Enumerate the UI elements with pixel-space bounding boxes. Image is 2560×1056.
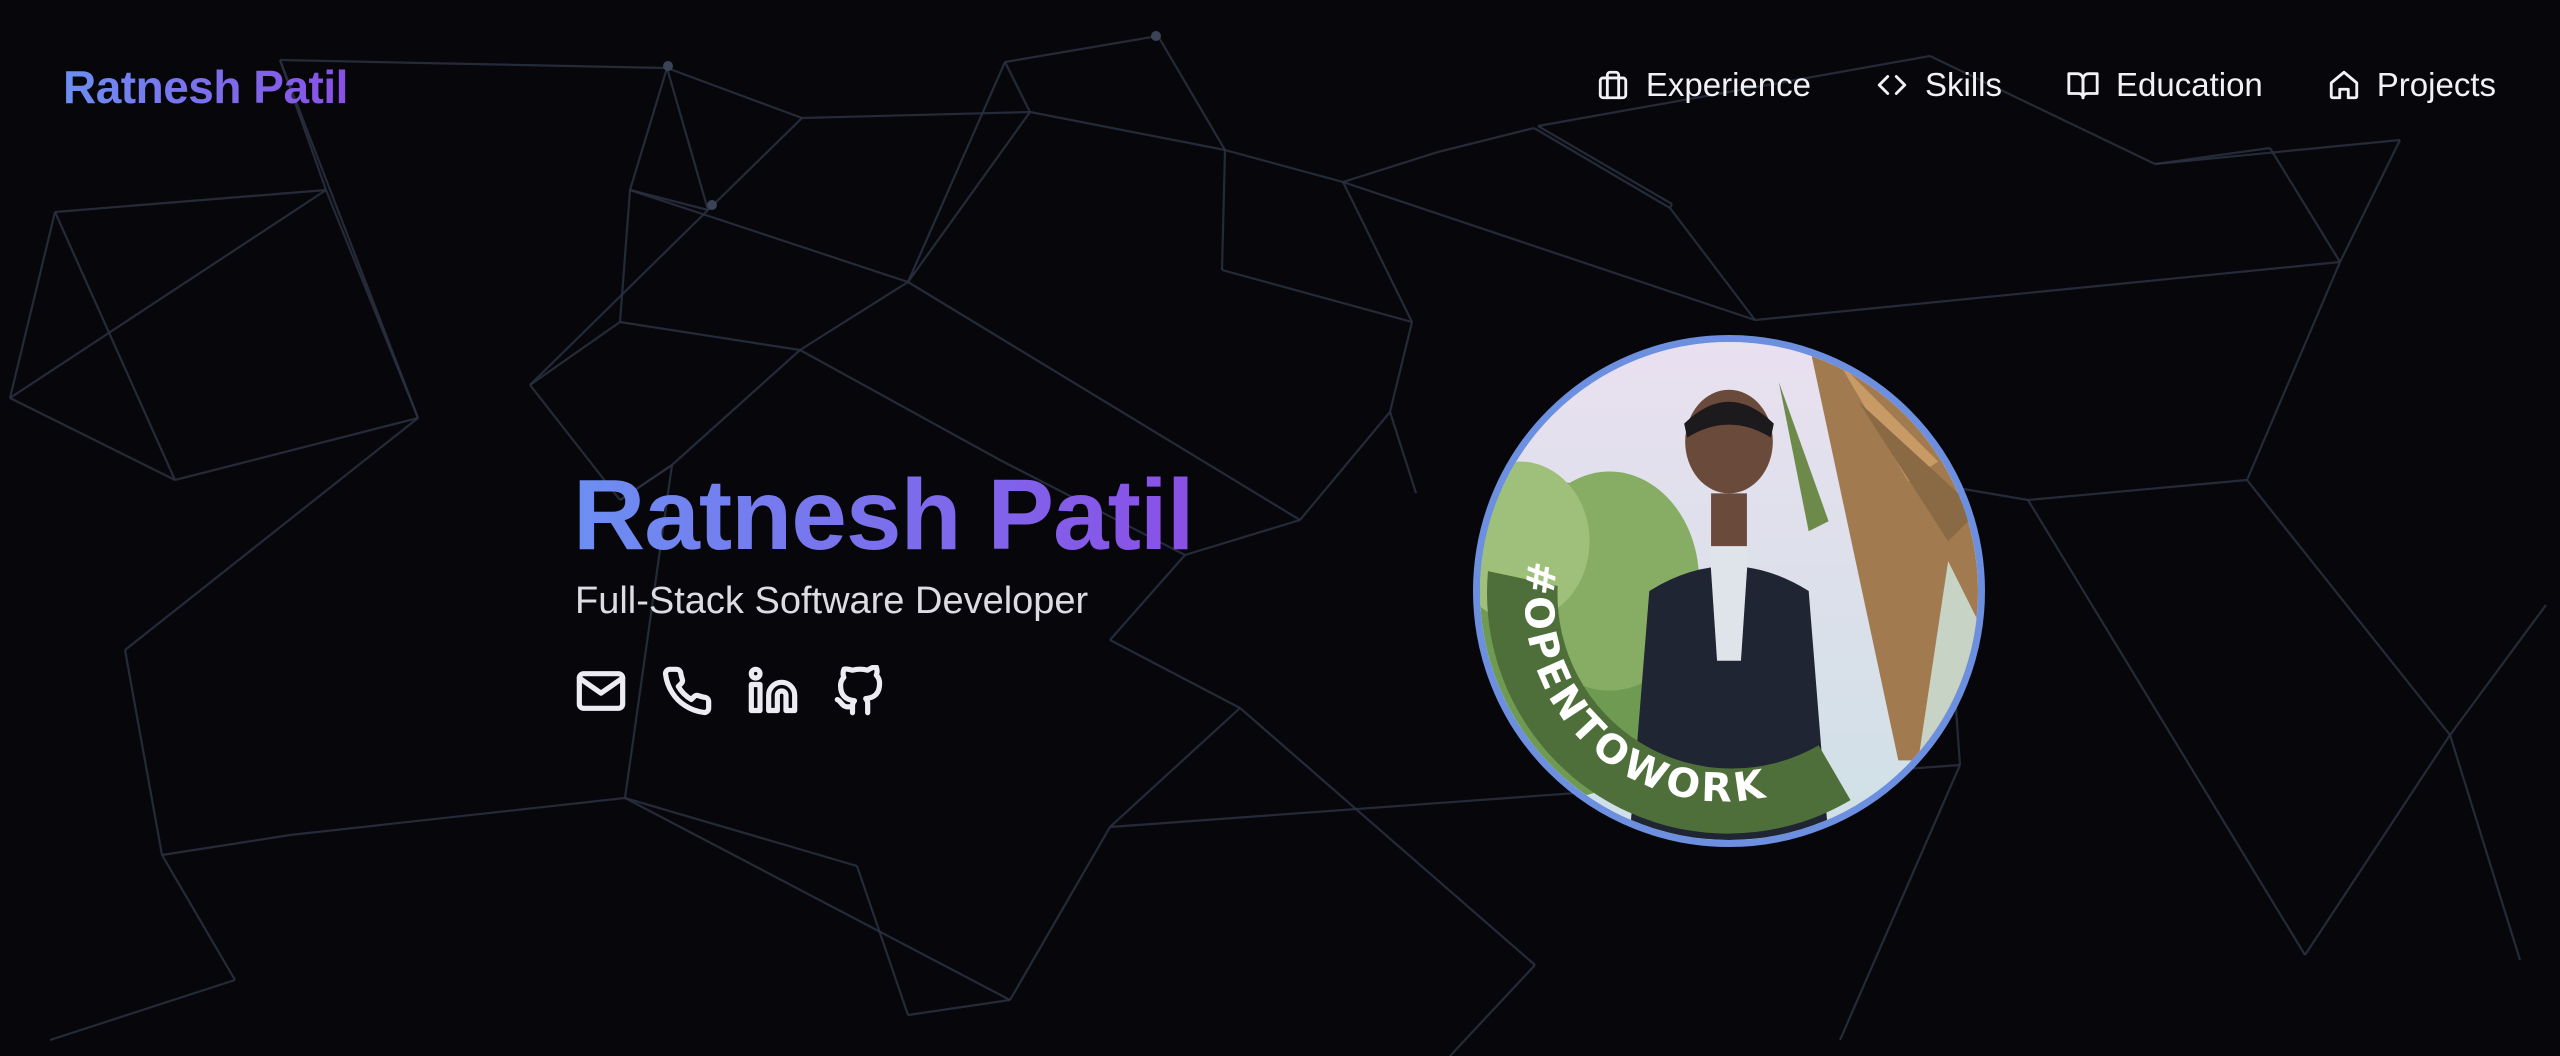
phone-icon: [662, 666, 712, 716]
background-network: [8, 31, 2547, 1056]
email-link[interactable]: [575, 665, 627, 717]
github-link[interactable]: [833, 665, 885, 717]
hero-name: Ratnesh Patil: [573, 459, 1194, 571]
linkedin-link[interactable]: [747, 665, 799, 717]
nav-projects[interactable]: Projects: [2327, 66, 2496, 104]
book-open-icon: [2067, 72, 2099, 100]
code-icon: [1877, 75, 1907, 95]
profile-photo: #OPENTOWORK: [1480, 342, 1978, 840]
hero-section: Ratnesh Patil Experience Skills Educatio…: [0, 0, 2560, 1056]
nav-skills-label: Skills: [1924, 66, 2002, 103]
profile-avatar: #OPENTOWORK: [1473, 335, 1985, 847]
mail-icon: [576, 671, 626, 711]
nav-skills[interactable]: Skills: [1875, 66, 2002, 104]
nav-experience-label: Experience: [1645, 66, 1811, 103]
brand-logo[interactable]: Ratnesh Patil: [63, 60, 348, 114]
github-icon: [834, 665, 883, 716]
linkedin-icon: [748, 666, 798, 714]
nav-experience[interactable]: Experience: [1596, 66, 1811, 104]
main-nav: Experience Skills Education Projects: [1596, 66, 2496, 104]
social-links: [575, 665, 885, 717]
briefcase-icon: [1598, 70, 1628, 100]
nav-education[interactable]: Education: [2066, 66, 2263, 104]
hero-title: Full-Stack Software Developer: [575, 580, 1089, 622]
phone-link[interactable]: [661, 665, 713, 717]
home-icon: [2329, 70, 2358, 100]
nav-projects-label: Projects: [2376, 66, 2496, 103]
nav-education-label: Education: [2116, 66, 2263, 103]
